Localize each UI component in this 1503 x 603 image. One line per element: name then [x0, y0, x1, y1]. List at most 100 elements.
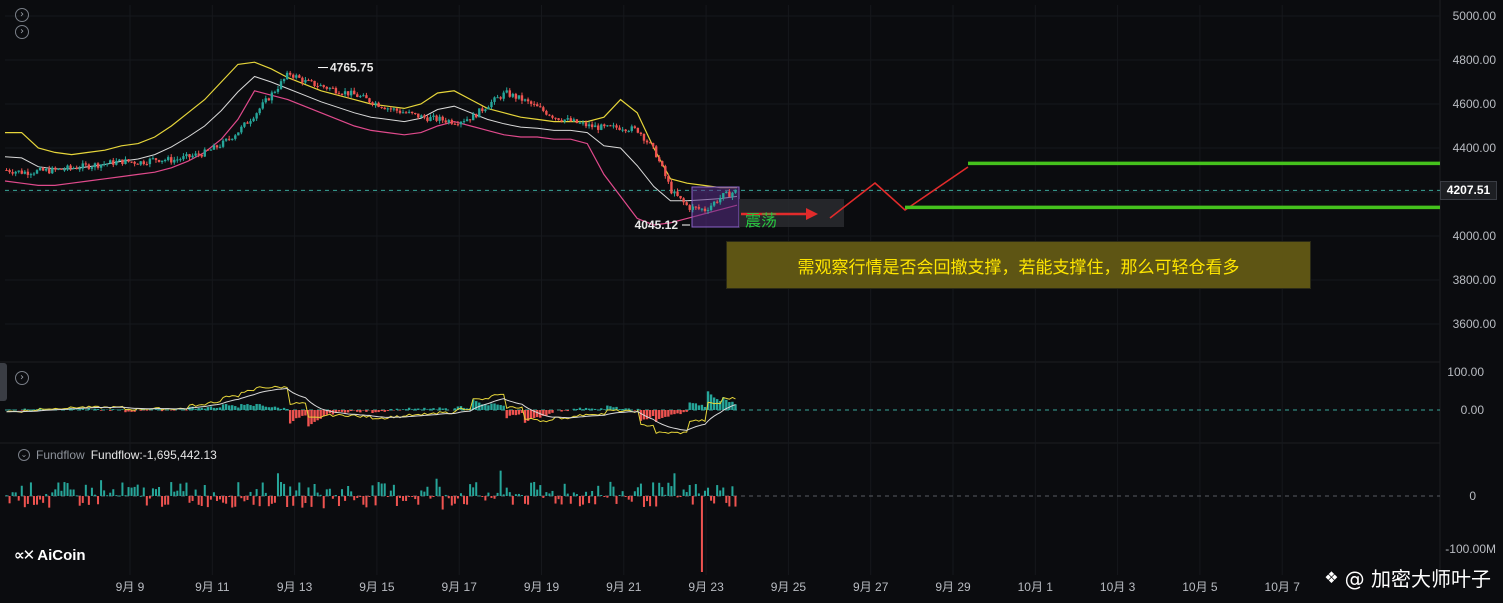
- candle-body: [301, 77, 304, 83]
- macd-histogram-bar: [654, 410, 658, 422]
- macd-chevron-icon[interactable]: ›: [15, 371, 29, 385]
- candle-body: [160, 160, 164, 162]
- macd-histogram-bar: [292, 410, 295, 422]
- fundflow-bar: [219, 496, 222, 500]
- fundflow-bar: [90, 487, 93, 496]
- macd-histogram-bar: [673, 410, 676, 415]
- candle-body: [84, 163, 88, 165]
- fundflow-bar: [429, 496, 432, 499]
- macd-histogram-bar: [651, 410, 655, 416]
- fundflow-bar: [255, 489, 258, 496]
- fundflow-bar: [557, 496, 560, 500]
- fundflow-bar: [469, 484, 472, 496]
- candle-body: [93, 163, 97, 168]
- collapse-second-chevron-icon[interactable]: ›: [15, 25, 29, 39]
- candle-body: [597, 125, 600, 130]
- fundflow-bar: [609, 481, 612, 496]
- fundflow-bar: [487, 492, 490, 496]
- macd-histogram-bar: [124, 410, 127, 413]
- candle-body: [667, 176, 670, 182]
- macd-histogram-bar: [209, 406, 213, 410]
- candle-body: [203, 149, 206, 157]
- fundflow-bar: [700, 496, 703, 572]
- diamond-icon: ❖: [1324, 568, 1339, 587]
- candle-body: [432, 115, 435, 117]
- fundflow-bar: [661, 487, 664, 496]
- fundflow-bar: [688, 484, 691, 496]
- fundflow-bar: [270, 496, 273, 504]
- candle-body: [176, 159, 179, 161]
- fundflow-bar: [167, 496, 170, 505]
- candle-body: [353, 90, 356, 95]
- candle-body: [69, 165, 72, 169]
- fundflow-bar: [703, 490, 706, 496]
- fundflow-bar: [667, 482, 670, 496]
- fundflow-bar: [548, 493, 551, 496]
- candle-body: [29, 174, 33, 176]
- macd-histogram-bar: [633, 410, 637, 411]
- fundflow-bar: [66, 483, 69, 496]
- candle-body: [54, 167, 57, 170]
- candle-body: [191, 155, 194, 158]
- fundflow-bar: [54, 489, 57, 496]
- macd-histogram-bar: [496, 404, 499, 410]
- fundflow-bar: [652, 482, 655, 496]
- fundflow-bar: [252, 496, 255, 505]
- fundflow-bar: [234, 496, 237, 507]
- macd-histogram-bar: [691, 403, 694, 410]
- macd-histogram-bar: [371, 410, 374, 413]
- macd-histogram-bar: [600, 408, 603, 410]
- candle-body: [41, 167, 45, 171]
- macd-histogram-bar: [566, 410, 569, 412]
- author-watermark: ❖ @ 加密大师叶子: [1324, 563, 1491, 592]
- candle-body: [270, 92, 274, 101]
- fundflow-panel: [5, 470, 1440, 572]
- x-tick-label: 9月 21: [606, 580, 642, 594]
- fundflow-bar: [560, 496, 563, 505]
- fundflow-bar: [536, 489, 539, 496]
- fundflow-bar: [450, 496, 453, 506]
- macd-histogram-bar: [621, 409, 624, 410]
- candle-body: [136, 163, 139, 165]
- fundflow-bar: [127, 487, 130, 496]
- fundflow-toggle-icon[interactable]: ⌄: [18, 449, 30, 461]
- chart-canvas[interactable]: 5000.004800.004600.004400.004200.004000.…: [0, 0, 1503, 603]
- candle-body: [438, 116, 441, 121]
- macd-histogram-bar: [252, 405, 255, 410]
- fundflow-bar: [633, 491, 636, 496]
- candle-body: [642, 134, 646, 141]
- collapse-top-chevron-icon[interactable]: ›: [15, 8, 29, 22]
- candle-body: [221, 140, 225, 147]
- fundflow-bar: [179, 483, 182, 496]
- fundflow-bar: [5, 495, 8, 497]
- sidebar-handle[interactable]: [0, 363, 7, 401]
- fundflow-bar: [545, 492, 548, 496]
- macd-histogram-bar: [441, 408, 444, 410]
- macd-histogram-bar: [505, 410, 508, 419]
- macd-histogram-bar: [203, 408, 206, 410]
- macd-histogram-bar: [487, 405, 490, 410]
- fundflow-bar: [75, 495, 78, 497]
- candle-body: [349, 90, 353, 96]
- candle-body: [307, 80, 310, 82]
- fundflow-bar: [170, 482, 173, 496]
- macd-tick-label: 0.00: [1461, 403, 1485, 417]
- fundflow-bar: [280, 482, 283, 496]
- macd-histogram-bar: [575, 409, 579, 410]
- macd-histogram-bar: [645, 410, 649, 420]
- macd-histogram-bar: [215, 407, 219, 410]
- candle-body: [340, 94, 344, 96]
- candle-body: [298, 75, 301, 78]
- candle-body: [728, 191, 731, 197]
- macd-histogram-bar: [20, 410, 23, 411]
- fundflow-bar: [63, 482, 66, 496]
- candle-body: [273, 91, 277, 93]
- fundflow-bar: [84, 484, 87, 496]
- macd-histogram-bar: [426, 409, 429, 410]
- candle-body: [688, 205, 691, 210]
- macd-histogram-bar: [194, 408, 197, 410]
- low-label: 4045.12: [635, 218, 679, 232]
- candle-body: [532, 103, 536, 105]
- macd-histogram-bar: [96, 409, 100, 410]
- macd-histogram-bar: [517, 410, 521, 415]
